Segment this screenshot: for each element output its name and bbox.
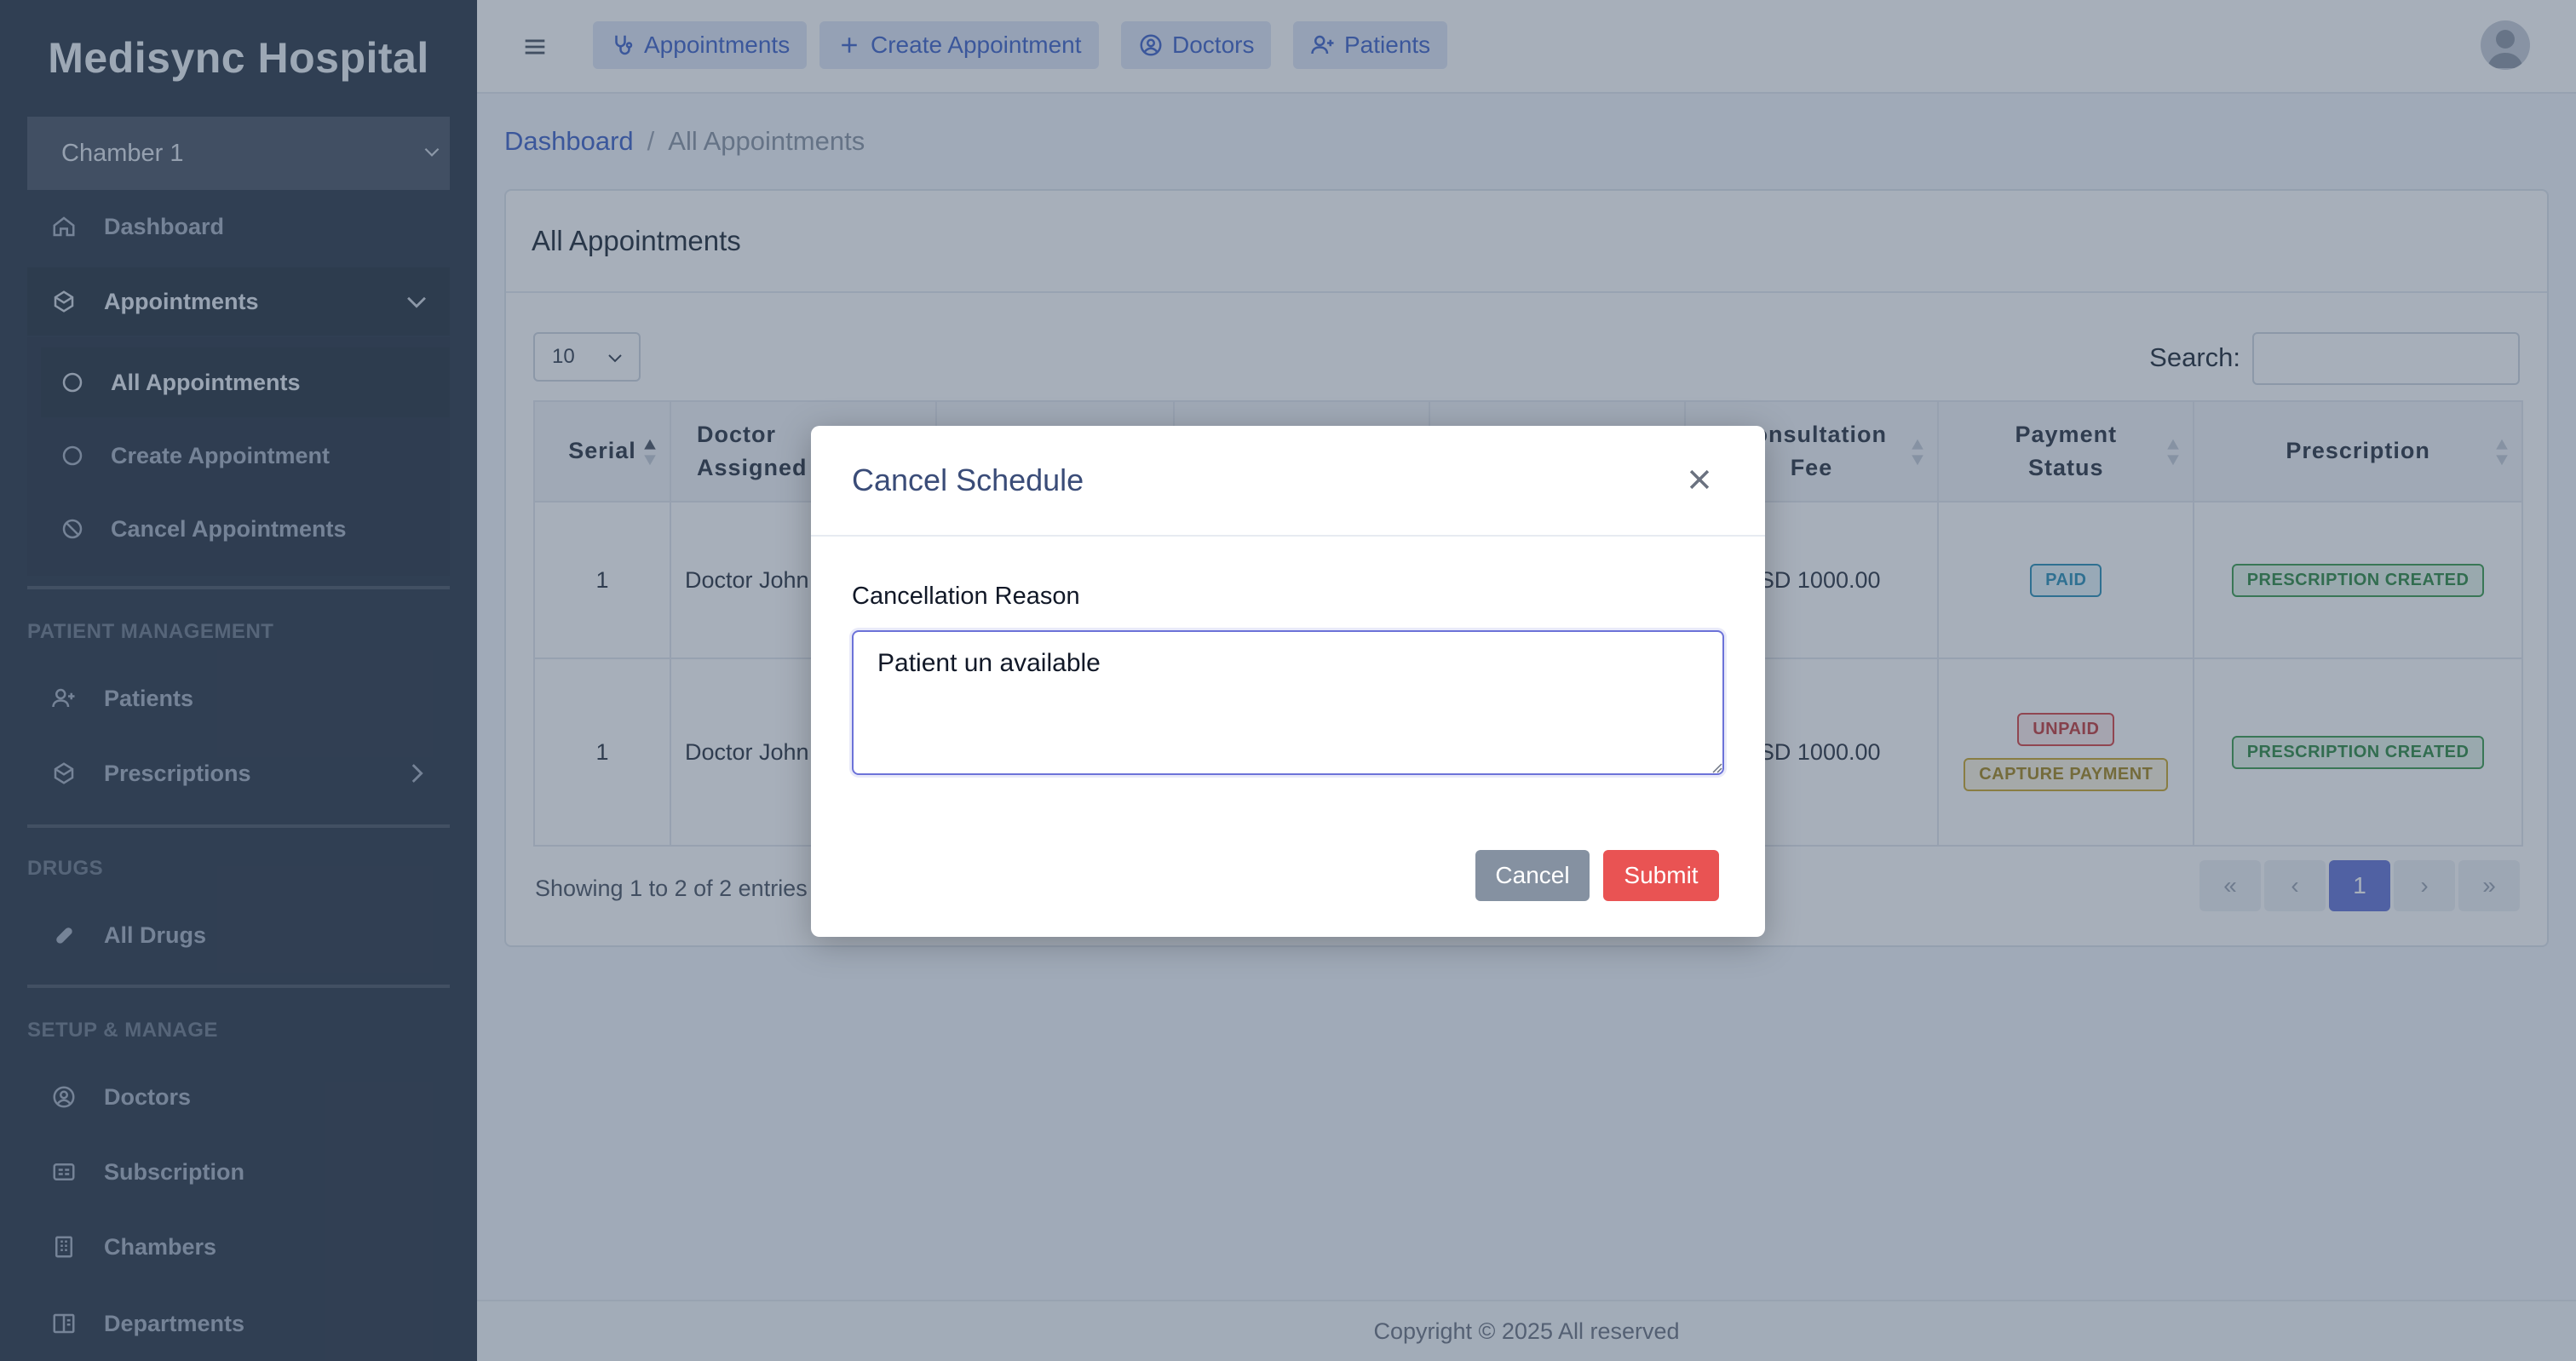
modal-title: Cancel Schedule (811, 426, 1765, 537)
cancellation-reason-label: Cancellation Reason (852, 583, 1080, 610)
cancel-schedule-modal: Cancel Schedule Cancellation Reason Pati… (811, 426, 1765, 937)
cancellation-reason-textarea[interactable]: Patient un available (852, 630, 1724, 775)
submit-button[interactable]: Submit (1603, 850, 1719, 901)
close-icon[interactable] (1685, 465, 1714, 494)
cancel-button[interactable]: Cancel (1475, 850, 1590, 901)
resize-grip-icon[interactable] (1711, 761, 1722, 773)
